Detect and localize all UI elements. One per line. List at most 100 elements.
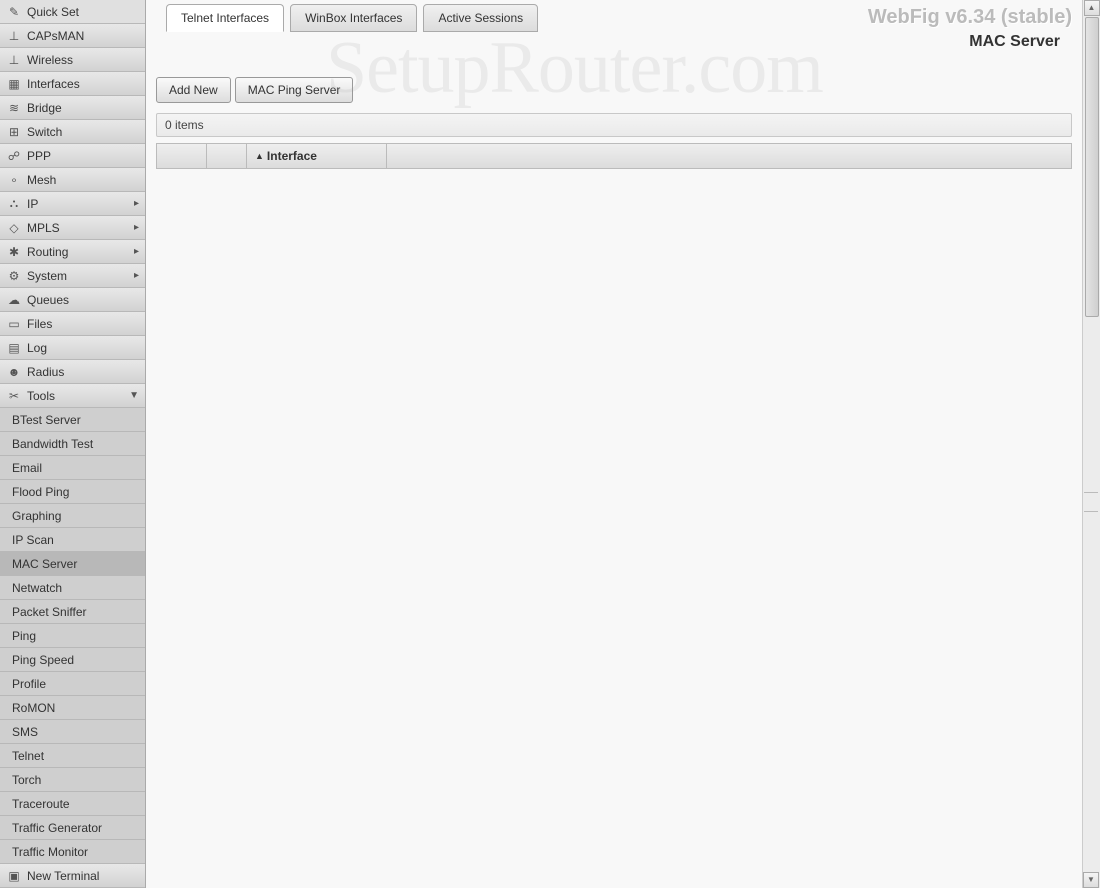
- sidebar-item-label: Radius: [27, 365, 64, 379]
- sidebar-sub-graphing[interactable]: Graphing: [0, 504, 145, 528]
- ip-icon: ⛬: [6, 196, 22, 212]
- sidebar-item-label: Mesh: [27, 173, 56, 187]
- tab-label: Telnet Interfaces: [181, 11, 269, 25]
- sidebar-sub-profile[interactable]: Profile: [0, 672, 145, 696]
- table-col-blank1[interactable]: [157, 144, 207, 168]
- sidebar-item-ppp[interactable]: ☍PPP: [0, 144, 145, 168]
- sidebar-sub-label: Email: [12, 461, 42, 475]
- sidebar-item-wireless[interactable]: ⊥ Wireless: [0, 48, 145, 72]
- sidebar-sub-label: Ping: [12, 629, 36, 643]
- scroll-thumb[interactable]: [1085, 17, 1099, 317]
- sidebar-item-label: Routing: [27, 245, 68, 259]
- toolbar: Add New MAC Ping Server: [146, 59, 1082, 113]
- app-version: WebFig v6.34 (stable): [868, 6, 1072, 29]
- sidebar-sub-traffic-generator[interactable]: Traffic Generator: [0, 816, 145, 840]
- sidebar-item-files[interactable]: ▭Files: [0, 312, 145, 336]
- sidebar-item-new-terminal[interactable]: ▣New Terminal: [0, 864, 145, 888]
- main-content: SetupRouter.com Telnet Interfaces WinBox…: [146, 0, 1082, 888]
- sidebar-sub-label: Graphing: [12, 509, 61, 523]
- status-bar: 0 items: [156, 113, 1072, 137]
- sidebar-item-tools[interactable]: ✂Tools▼: [0, 384, 145, 408]
- scroll-up-button[interactable]: ▲: [1084, 0, 1100, 16]
- sidebar-sub-bandwidth-test[interactable]: Bandwidth Test: [0, 432, 145, 456]
- sidebar-item-mpls[interactable]: ◇MPLS▸: [0, 216, 145, 240]
- mpls-icon: ◇: [6, 220, 22, 236]
- scroll-down-button[interactable]: ▼: [1083, 872, 1099, 888]
- table-col-blank2[interactable]: [207, 144, 247, 168]
- item-count: 0 items: [165, 118, 204, 132]
- sidebar-item-queues[interactable]: ☁Queues: [0, 288, 145, 312]
- sidebar-sub-label: MAC Server: [12, 557, 77, 571]
- tab-label: WinBox Interfaces: [305, 11, 402, 25]
- sidebar-item-routing[interactable]: ✱ Routing ▸: [0, 240, 145, 264]
- sidebar-sub-ip-scan[interactable]: IP Scan: [0, 528, 145, 552]
- sidebar-sub-label: Traceroute: [12, 797, 70, 811]
- table-col-interface[interactable]: ▲ Interface: [247, 144, 387, 168]
- table-header: ▲ Interface: [156, 143, 1072, 169]
- tab-winbox-interfaces[interactable]: WinBox Interfaces: [290, 4, 417, 32]
- sidebar-sub-flood-ping[interactable]: Flood Ping: [0, 480, 145, 504]
- sidebar-sub-label: RoMON: [12, 701, 55, 715]
- sidebar-sub-romon[interactable]: RoMON: [0, 696, 145, 720]
- sidebar-item-interfaces[interactable]: ▦ Interfaces: [0, 72, 145, 96]
- tab-label: Active Sessions: [438, 11, 523, 25]
- tab-telnet-interfaces[interactable]: Telnet Interfaces: [166, 4, 284, 32]
- antenna-icon: ⊥: [6, 28, 22, 44]
- sidebar-sub-label: Flood Ping: [12, 485, 69, 499]
- sidebar-item-ip[interactable]: ⛬ IP ▸: [0, 192, 145, 216]
- sidebar-sub-sms[interactable]: SMS: [0, 720, 145, 744]
- routing-icon: ✱: [6, 244, 22, 260]
- sidebar-sub-torch[interactable]: Torch: [0, 768, 145, 792]
- sidebar-item-label: Wireless: [27, 53, 73, 67]
- tabs: Telnet Interfaces WinBox Interfaces Acti…: [156, 4, 548, 32]
- sidebar-sub-mac-server[interactable]: MAC Server: [0, 552, 145, 576]
- sidebar-sub-email[interactable]: Email: [0, 456, 145, 480]
- radius-icon: ☻: [6, 364, 22, 380]
- terminal-icon: ▣: [6, 868, 22, 884]
- bridge-icon: ≋: [6, 100, 22, 116]
- gear-icon: ⚙: [6, 268, 22, 284]
- chevron-right-icon: ▸: [134, 270, 139, 281]
- sidebar-item-mesh[interactable]: ∘Mesh: [0, 168, 145, 192]
- tab-active-sessions[interactable]: Active Sessions: [423, 4, 538, 32]
- sidebar-item-capsman[interactable]: ⊥ CAPsMAN: [0, 24, 145, 48]
- sidebar-sub-traffic-monitor[interactable]: Traffic Monitor: [0, 840, 145, 864]
- sidebar-item-log[interactable]: ▤Log: [0, 336, 145, 360]
- interfaces-icon: ▦: [6, 76, 22, 92]
- sidebar-item-radius[interactable]: ☻ Radius: [0, 360, 145, 384]
- sidebar-sub-netwatch[interactable]: Netwatch: [0, 576, 145, 600]
- mac-ping-server-button[interactable]: MAC Ping Server: [235, 77, 354, 103]
- ppp-icon: ☍: [6, 148, 22, 164]
- sidebar-sub-traceroute[interactable]: Traceroute: [0, 792, 145, 816]
- sidebar-item-system[interactable]: ⚙ System ▸: [0, 264, 145, 288]
- sidebar-sub-label: Netwatch: [12, 581, 62, 595]
- tools-icon: ✂: [6, 388, 22, 404]
- sidebar-sub-btest-server[interactable]: BTest Server: [0, 408, 145, 432]
- sidebar-item-label: CAPsMAN: [27, 29, 84, 43]
- sidebar-item-label: Interfaces: [27, 77, 80, 91]
- chevron-right-icon: ▸: [134, 246, 139, 257]
- sidebar-item-switch[interactable]: ⊞Switch: [0, 120, 145, 144]
- sidebar-sub-packet-sniffer[interactable]: Packet Sniffer: [0, 600, 145, 624]
- add-new-button[interactable]: Add New: [156, 77, 231, 103]
- sidebar-sub-telnet[interactable]: Telnet: [0, 744, 145, 768]
- sidebar-sub-ping[interactable]: Ping: [0, 624, 145, 648]
- sidebar-sub-label: Ping Speed: [12, 653, 74, 667]
- sidebar-item-quick-set[interactable]: ✎Quick Set: [0, 0, 145, 24]
- queues-icon: ☁: [6, 292, 22, 308]
- sidebar-sub-ping-speed[interactable]: Ping Speed: [0, 648, 145, 672]
- sidebar-sub-label: SMS: [12, 725, 38, 739]
- sidebar-sub-label: Telnet: [12, 749, 44, 763]
- sidebar-sub-label: IP Scan: [12, 533, 54, 547]
- sidebar-item-label: IP: [27, 197, 38, 211]
- wrench-icon: ✎: [6, 4, 22, 20]
- sidebar-item-bridge[interactable]: ≋ Bridge: [0, 96, 145, 120]
- log-icon: ▤: [6, 340, 22, 356]
- files-icon: ▭: [6, 316, 22, 332]
- chevron-right-icon: ▸: [134, 198, 139, 209]
- sidebar-item-label: Bridge: [27, 101, 62, 115]
- vertical-scrollbar[interactable]: ▲ ▼: [1082, 0, 1100, 888]
- wireless-icon: ⊥: [6, 52, 22, 68]
- chevron-right-icon: ▸: [134, 222, 139, 233]
- sidebar-item-label: System: [27, 269, 67, 283]
